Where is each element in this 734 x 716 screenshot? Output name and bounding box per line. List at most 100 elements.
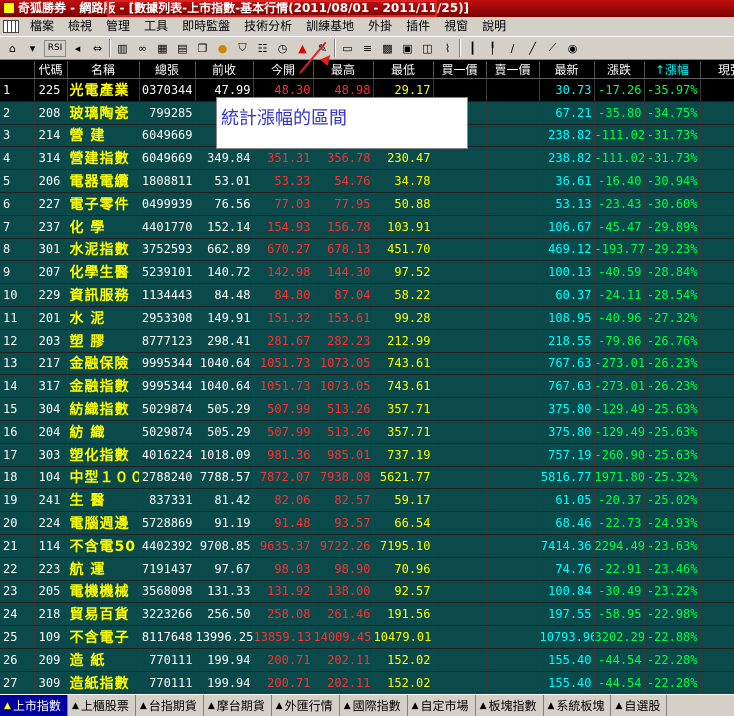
menu-plugin-ext[interactable]: 外掛	[361, 17, 399, 36]
table-row[interactable]: 12 203 塑 膠 8777123 298.41 281.67 282.23 212.99 2…	[0, 329, 734, 353]
layout-icon[interactable]: ▭	[339, 40, 356, 57]
table-row[interactable]: 17 303 塑化指數 4016224 1018.09 981.36 985.01 737.1…	[0, 443, 734, 467]
trend-icon[interactable]: ∕	[504, 40, 521, 57]
table-row[interactable]: 11 201 水 泥 2953308 149.91 151.32 153.61 99.28 10…	[0, 306, 734, 330]
menu-monitor[interactable]: 即時監盤	[175, 17, 237, 36]
coin-icon[interactable]: ●	[214, 40, 231, 57]
table-row[interactable]: 18 104 中型１００ 2788240 7788.57 7872.07 7938.08 56…	[0, 466, 734, 490]
row-ask1	[486, 420, 540, 444]
menu-view[interactable]: 檢視	[61, 17, 99, 36]
table-row[interactable]: 4 314 營建指數 6049669 349.84 351.31 356.78 230.47 2…	[0, 146, 734, 171]
dropdown-icon[interactable]: ▾	[24, 40, 41, 57]
table-row[interactable]: 5 206 電器電纜 1808811 53.01 53.33 54.76 34.78 36.61…	[0, 169, 734, 193]
table-row[interactable]: 8 301 水泥指數 3752593 662.89 670.27 678.13 451.70 4…	[0, 238, 734, 262]
col-volume[interactable]: 總張	[139, 61, 196, 79]
row-prev-close: 256.50	[195, 602, 254, 627]
menu-plugins[interactable]: 插件	[399, 17, 437, 36]
row-bid1	[433, 534, 487, 558]
table-row[interactable]: 6 227 電子零件 0499939 76.56 77.03 77.95 50.88 53.13…	[0, 192, 734, 216]
table-row[interactable]: 22 223 航 運 7191437 97.67 98.03 98.90 70.96 74.76…	[0, 557, 734, 581]
target-icon[interactable]: ◉	[564, 40, 581, 57]
list-icon[interactable]: ≡	[359, 40, 376, 57]
line2-icon[interactable]: ⟋	[544, 40, 561, 57]
col-high[interactable]: 最高	[313, 61, 374, 79]
table-row[interactable]: 23 205 電機機械 3568098 131.33 131.92 138.00 92.57 1…	[0, 580, 734, 604]
row-last: 53.13	[539, 192, 595, 216]
row-ask1	[486, 397, 540, 421]
col-cur-vol[interactable]: 現張	[700, 61, 734, 79]
arrow-both-icon[interactable]: ⇔	[89, 40, 106, 57]
linechart-icon[interactable]: ⌇	[439, 40, 456, 57]
tab-market-7[interactable]: ▲ 板塊指數	[476, 695, 544, 716]
window-icon[interactable]: ❐	[194, 40, 211, 57]
data-grid[interactable]: 代碼 名稱 總張 前收 今開 最高 最低 買一價 賣一價 最新 漲跌 ↑漲幅 現…	[0, 61, 734, 694]
menu-analysis[interactable]: 技術分析	[237, 17, 299, 36]
row-volume: 0370344	[139, 78, 196, 102]
bars2-icon[interactable]: ╿	[484, 40, 501, 57]
tab-market-2[interactable]: ▲ 台指期貨	[136, 695, 204, 716]
menu-window[interactable]: 視窗	[437, 17, 475, 36]
tab-market-3[interactable]: ▲ 摩台期貨	[204, 695, 272, 716]
clock-icon[interactable]: ◷	[274, 40, 291, 57]
glasses-icon[interactable]: ∞	[134, 40, 151, 57]
row-index: 9	[0, 260, 35, 285]
menu-training[interactable]: 訓練基地	[299, 17, 361, 36]
tab-market-0[interactable]: ▲ 上市指數	[0, 695, 68, 716]
chart-icon[interactable]: ▥	[114, 40, 131, 57]
table-row[interactable]: 7 237 化 學 4401770 152.14 154.93 156.78 103.91 10…	[0, 215, 734, 239]
news-icon[interactable]: ☷	[254, 40, 271, 57]
table-header: 代碼 名稱 總張 前收 今開 最高 最低 買一價 賣一價 最新 漲跌 ↑漲幅 現…	[0, 61, 734, 79]
tab-market-5[interactable]: ▲ 國際指數	[340, 695, 408, 716]
table-row[interactable]: 9 207 化學生醫 5239101 140.72 142.98 144.30 97.52 10…	[0, 260, 734, 285]
table-row[interactable]: 20 224 電腦週邊 5728869 91.19 91.48 93.57 66.54 68.4…	[0, 511, 734, 535]
window-title-bar[interactable]: 奇狐勝券 - 網路版 - [數據列表-上市指數-基本行情(2011/08/01 …	[0, 0, 734, 17]
col-index[interactable]	[0, 61, 35, 79]
row-change: -44.54	[594, 648, 645, 672]
table-row[interactable]: 15 304 紡織指數 5029874 505.29 507.99 513.26 357.71…	[0, 397, 734, 421]
grid-view-icon[interactable]: ▦	[154, 40, 171, 57]
menu-manage[interactable]: 管理	[99, 17, 137, 36]
table-row[interactable]: 24 218 貿易百貨 3223266 256.50 258.08 261.46 191.56…	[0, 602, 734, 627]
tab-market-8[interactable]: ▲ 系統板塊	[544, 695, 612, 716]
rsi-icon[interactable]: RSI	[44, 39, 66, 57]
alarm-icon[interactable]: ▲	[294, 40, 311, 57]
home-icon[interactable]: ⌂	[4, 40, 21, 57]
split-icon[interactable]: ◫	[419, 40, 436, 57]
grid-icon[interactable]	[3, 20, 19, 33]
col-low[interactable]: 最低	[373, 61, 434, 79]
col-change[interactable]: 漲跌	[594, 61, 645, 79]
col-prev-close[interactable]: 前收	[195, 61, 254, 79]
table-row[interactable]: 13 217 金融保險 9995344 1040.64 1051.73 1073.05 743…	[0, 352, 734, 376]
tab-market-4[interactable]: ▲ 外匯行情	[272, 695, 340, 716]
col-ask1[interactable]: 賣一價	[486, 61, 540, 79]
menu-tools[interactable]: 工具	[137, 17, 175, 36]
row-prev-close: 199.94	[195, 671, 254, 694]
table-row[interactable]: 10 229 資訊服務 1134443 84.48 84.80 87.04 58.22 60.3…	[0, 283, 734, 307]
tab-market-1[interactable]: ▲ 上櫃股票	[68, 695, 136, 716]
arrow-left-icon[interactable]: ◂	[69, 40, 86, 57]
menu-file[interactable]: 檔案	[23, 17, 61, 36]
table-row[interactable]: 25 109 不含電子 8117648 13996.25 13859.13 14009.45…	[0, 625, 734, 649]
tab-market-6[interactable]: ▲ 自定市場	[408, 695, 476, 716]
col-last[interactable]: 最新	[539, 61, 595, 79]
grid2-icon[interactable]: ▩	[379, 40, 396, 57]
col-bid1[interactable]: 買一價	[433, 61, 487, 79]
row-code: 201	[34, 306, 68, 330]
col-code[interactable]: 代碼	[34, 61, 68, 79]
line-icon[interactable]: ╱	[524, 40, 541, 57]
tab-market-9[interactable]: ▲ 自選股	[611, 695, 668, 716]
col-name[interactable]: 名稱	[67, 61, 140, 79]
panel-icon[interactable]: ▣	[399, 40, 416, 57]
col-change-pct[interactable]: ↑漲幅	[644, 61, 701, 79]
table-row[interactable]: 26 209 造 紙 770111 199.94 200.71 202.11 152.02 15…	[0, 648, 734, 672]
bars-icon[interactable]: ┃	[464, 40, 481, 57]
row-last: 7414.36	[539, 534, 595, 558]
table-icon[interactable]: ▤	[174, 40, 191, 57]
table-row[interactable]: 27 309 造紙指數 770111 199.94 200.71 202.11 152.02 1…	[0, 671, 734, 694]
table-row[interactable]: 19 241 生 醫 837331 81.42 82.06 82.57 59.17 61.05-…	[0, 488, 734, 513]
menu-help[interactable]: 說明	[475, 17, 513, 36]
shield-icon[interactable]: ⛉	[234, 40, 251, 57]
table-row[interactable]: 21 114 不含電50 4402392 9708.85 9635.37 9722.26 71…	[0, 534, 734, 558]
table-row[interactable]: 16 204 紡 織 5029874 505.29 507.99 513.26 357.71 3…	[0, 420, 734, 444]
table-row[interactable]: 14 317 金融指數 9995344 1040.64 1051.73 1073.05 743…	[0, 374, 734, 399]
